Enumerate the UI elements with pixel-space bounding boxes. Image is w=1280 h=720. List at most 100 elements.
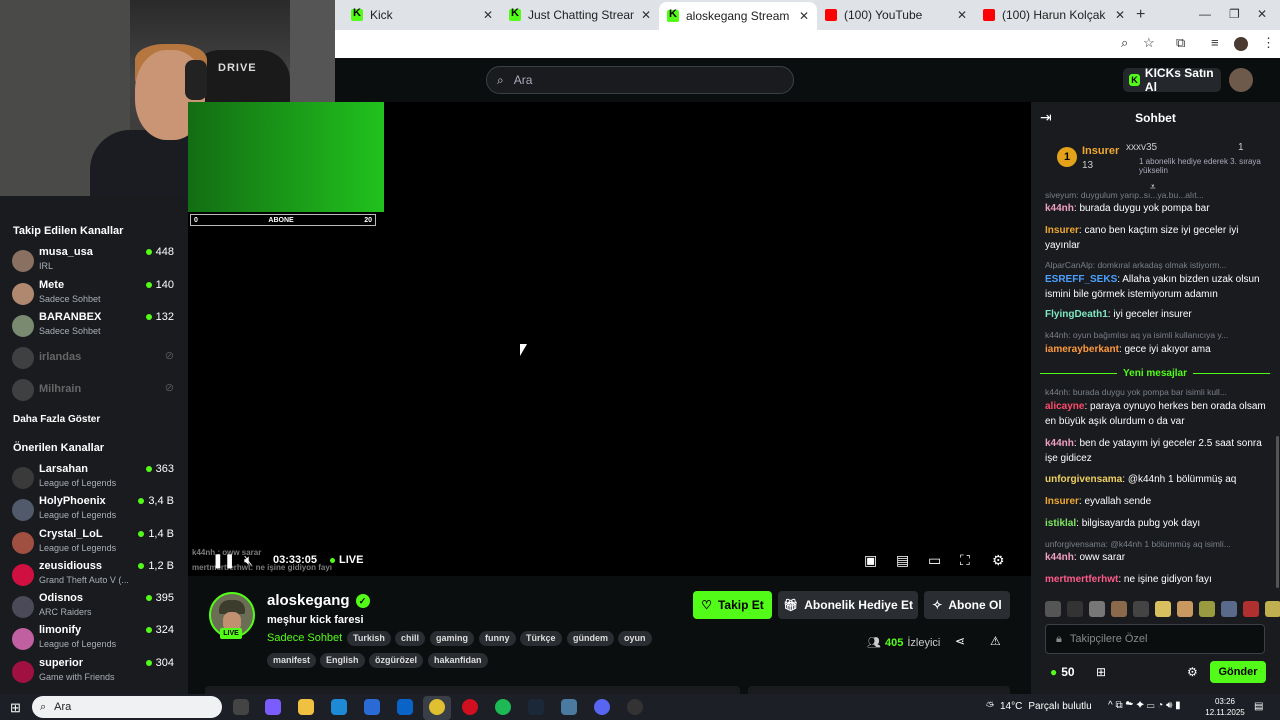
stream-tag[interactable]: Turkish (347, 631, 391, 646)
second-gifter-name[interactable]: xxxv35 (1126, 142, 1157, 153)
follow-button[interactable]: ♡ Takip Et (693, 591, 772, 619)
emote[interactable] (1177, 601, 1193, 617)
emote[interactable] (1221, 601, 1237, 617)
browser-tab-active[interactable]: aloskegang Stream - Watch Live ✕ (659, 2, 817, 30)
spotify-icon[interactable] (495, 699, 511, 715)
emote[interactable] (1133, 601, 1149, 617)
settings-icon[interactable]: ⚙ (992, 552, 1005, 569)
report-icon[interactable]: ⚠ (990, 634, 1001, 648)
sidebar-channel[interactable]: Crystal_LoL League of Legends 1,4 B (12, 528, 180, 558)
browser-tab[interactable]: (100) Harun Kolçak - Gir Kanıma ✕ (975, 4, 1133, 26)
sidebar-channel[interactable]: superior Game with Friends 304 (12, 657, 180, 687)
sidebar-channel[interactable]: Odisnos ARC Raiders 395 (12, 592, 180, 622)
gift-icon[interactable]: ⊞ (1096, 665, 1106, 679)
clip-icon[interactable]: ▤ (896, 552, 909, 569)
media-icon[interactable]: ≡ (1211, 35, 1219, 50)
chat-scrollbar[interactable] (1276, 436, 1279, 588)
stream-category-link[interactable]: Sadece Sohbet (267, 632, 342, 644)
fullscreen-icon[interactable]: ⛶ (960, 552, 970, 569)
restore-icon[interactable]: ❐ (1229, 7, 1240, 21)
browser-tab[interactable]: Kick ✕ (343, 4, 501, 26)
sidebar-channel-offline[interactable]: Milhrain ⊘ (12, 375, 180, 405)
stream-tag[interactable]: funny (479, 631, 516, 646)
buy-kicks-button[interactable]: K KICKs Satın Al (1123, 66, 1221, 94)
subscribe-button[interactable]: ✧ Abone Ol (924, 591, 1010, 619)
emote[interactable] (1155, 601, 1171, 617)
discord-icon[interactable] (594, 699, 610, 715)
user-avatar[interactable] (1229, 68, 1253, 92)
gift-subscription-button[interactable]: 🎁︎ Abonelik Hediye Et (778, 591, 918, 619)
emote[interactable] (1089, 601, 1105, 617)
stream-tag[interactable]: English (320, 653, 365, 668)
close-tab-icon[interactable]: ✕ (483, 8, 493, 22)
steam-icon[interactable] (528, 699, 544, 715)
stream-tag[interactable]: oyun (618, 631, 652, 646)
new-tab-icon[interactable]: + (1136, 6, 1145, 24)
sidebar-channel[interactable]: Mete Sadece Sohbet 140 (12, 279, 180, 309)
taskbar-clock[interactable]: 03:26 12.11.2025 (1203, 696, 1247, 718)
sidebar-channel[interactable]: musa_usa IRL 448 (12, 246, 180, 276)
mute-icon[interactable]: 🔇︎ (244, 552, 253, 569)
stream-tag[interactable]: özgürözel (369, 653, 423, 668)
send-button[interactable]: Gönder (1210, 661, 1266, 683)
extensions-icon[interactable]: ⧉ (1176, 35, 1185, 51)
close-tab-icon[interactable]: ✕ (1115, 8, 1125, 22)
channel-name[interactable]: aloskegang ✓ (267, 592, 370, 609)
emote[interactable] (1111, 601, 1127, 617)
pause-icon[interactable]: ❚❚ (212, 552, 235, 569)
chat-input[interactable]: 🔒︎ Takipçilere Özel (1045, 624, 1265, 654)
star-icon[interactable]: ☆ (1143, 35, 1155, 51)
minimize-icon[interactable]: — (1199, 7, 1211, 21)
weather-widget[interactable]: ⛅︎ 14°C Parçalı bulutlu (986, 701, 1092, 712)
top-gifter-name[interactable]: Insurer (1082, 145, 1119, 157)
browser-tab[interactable]: (100) YouTube ✕ (817, 4, 975, 26)
copilot-icon[interactable] (265, 699, 281, 715)
miniplayer-icon[interactable]: ▣ (864, 552, 877, 569)
sidebar-channel[interactable]: limonify League of Legends 324 (12, 624, 180, 654)
zoom-icon[interactable]: ⌕ (1121, 35, 1128, 51)
menu-icon[interactable]: ⋮ (1262, 35, 1275, 51)
close-window-icon[interactable]: ✕ (1257, 7, 1267, 21)
emote[interactable] (1265, 601, 1280, 617)
stream-tag[interactable]: gündem (567, 631, 614, 646)
theater-mode-icon[interactable]: ▭ (928, 552, 941, 569)
close-tab-icon[interactable]: ✕ (799, 9, 809, 23)
emote[interactable] (1199, 601, 1215, 617)
show-more-link[interactable]: Daha Fazla Göster (13, 414, 100, 425)
sidebar-channel[interactable]: zeusidiouss Grand Theft Auto V (... 1,2 … (12, 560, 180, 590)
system-tray[interactable]: ^ ⧉ ☁ ✦ ▭ ◔ 🔊︎ ▮ (1108, 700, 1181, 711)
stream-tag[interactable]: hakanfidan (428, 653, 488, 668)
task-view-icon[interactable] (233, 699, 249, 715)
profile-icon[interactable] (1234, 37, 1248, 51)
close-tab-icon[interactable]: ✕ (957, 8, 967, 22)
emote[interactable] (1243, 601, 1259, 617)
emote[interactable] (1045, 601, 1061, 617)
obs-icon[interactable] (627, 699, 643, 715)
browser-tab[interactable]: Just Chatting Streaming - Live ✕ (501, 4, 659, 26)
stream-tag[interactable]: Türkçe (520, 631, 562, 646)
channel-points[interactable]: ● 50 (1050, 665, 1075, 679)
sidebar-channel-offline[interactable]: irlandas ⊘ (12, 343, 180, 373)
edge-icon[interactable] (331, 699, 347, 715)
emote[interactable] (1067, 601, 1083, 617)
windows-start-icon[interactable]: ⊞ (10, 700, 21, 716)
stream-tag[interactable]: chill (395, 631, 426, 646)
store-icon[interactable] (364, 699, 380, 715)
share-icon[interactable]: ⋖ (955, 634, 965, 648)
taskbar-search[interactable]: ⌕ Ara (32, 696, 222, 718)
mail-icon[interactable] (397, 699, 413, 715)
search-input[interactable]: ⌕ Ara (486, 66, 794, 94)
close-tab-icon[interactable]: ✕ (641, 8, 651, 22)
sidebar-channel[interactable]: HolyPhoenix League of Legends 3,4 B (12, 495, 180, 525)
chrome-icon[interactable] (429, 699, 445, 715)
live-indicator[interactable]: LIVE (330, 554, 363, 566)
chat-settings-icon[interactable]: ⚙ (1187, 665, 1198, 679)
file-explorer-icon[interactable] (298, 699, 314, 715)
stream-tag[interactable]: gaming (430, 631, 475, 646)
opera-icon[interactable] (462, 699, 478, 715)
stream-tag[interactable]: manifest (267, 653, 317, 668)
sidebar-channel[interactable]: Larsahan League of Legends 363 (12, 463, 180, 493)
settings-app-icon[interactable] (561, 699, 577, 715)
notification-icon[interactable]: ▤ (1254, 701, 1263, 712)
sidebar-channel[interactable]: BARANBEX Sadece Sohbet 132 (12, 311, 180, 341)
